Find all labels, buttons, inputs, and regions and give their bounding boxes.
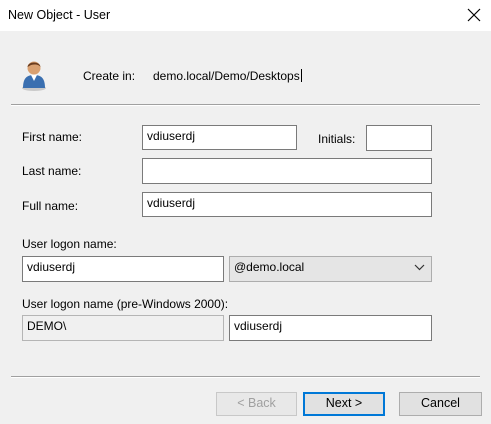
next-button[interactable]: Next >	[303, 392, 385, 416]
full-name-label: Full name:	[22, 199, 79, 213]
pre2000-logon-field[interactable]: vdiuserdj	[229, 315, 432, 341]
first-name-field[interactable]: vdiuserdj	[142, 125, 297, 150]
back-button[interactable]: < Back	[216, 392, 297, 416]
close-button[interactable]	[460, 2, 488, 28]
pre2000-domain-field: DEMO\	[22, 315, 224, 341]
initials-label: Initials:	[318, 132, 356, 146]
initials-field[interactable]	[366, 125, 432, 151]
create-in-path: demo.local/Demo/Desktops	[153, 69, 302, 83]
chevron-down-icon	[414, 264, 425, 271]
footer-divider	[11, 376, 480, 378]
pre2000-label: User logon name (pre-Windows 2000):	[22, 297, 229, 311]
domain-select-value: @demo.local	[234, 260, 305, 274]
logon-name-label: User logon name:	[22, 237, 117, 251]
close-icon	[467, 8, 481, 22]
user-icon	[20, 58, 48, 92]
domain-select[interactable]: @demo.local	[229, 256, 432, 282]
last-name-label: Last name:	[22, 164, 82, 178]
create-in-label: Create in:	[83, 69, 136, 83]
header-divider	[11, 104, 480, 106]
full-name-field[interactable]: vdiuserdj	[142, 192, 432, 217]
last-name-field[interactable]	[142, 158, 432, 184]
text-caret	[300, 69, 302, 82]
logon-name-field[interactable]: vdiuserdj	[22, 256, 224, 282]
cancel-button[interactable]: Cancel	[399, 392, 482, 416]
window-title: New Object - User	[8, 8, 111, 22]
create-in-path-text: demo.local/Demo/Desktops	[153, 69, 300, 83]
first-name-label: First name:	[22, 130, 83, 144]
